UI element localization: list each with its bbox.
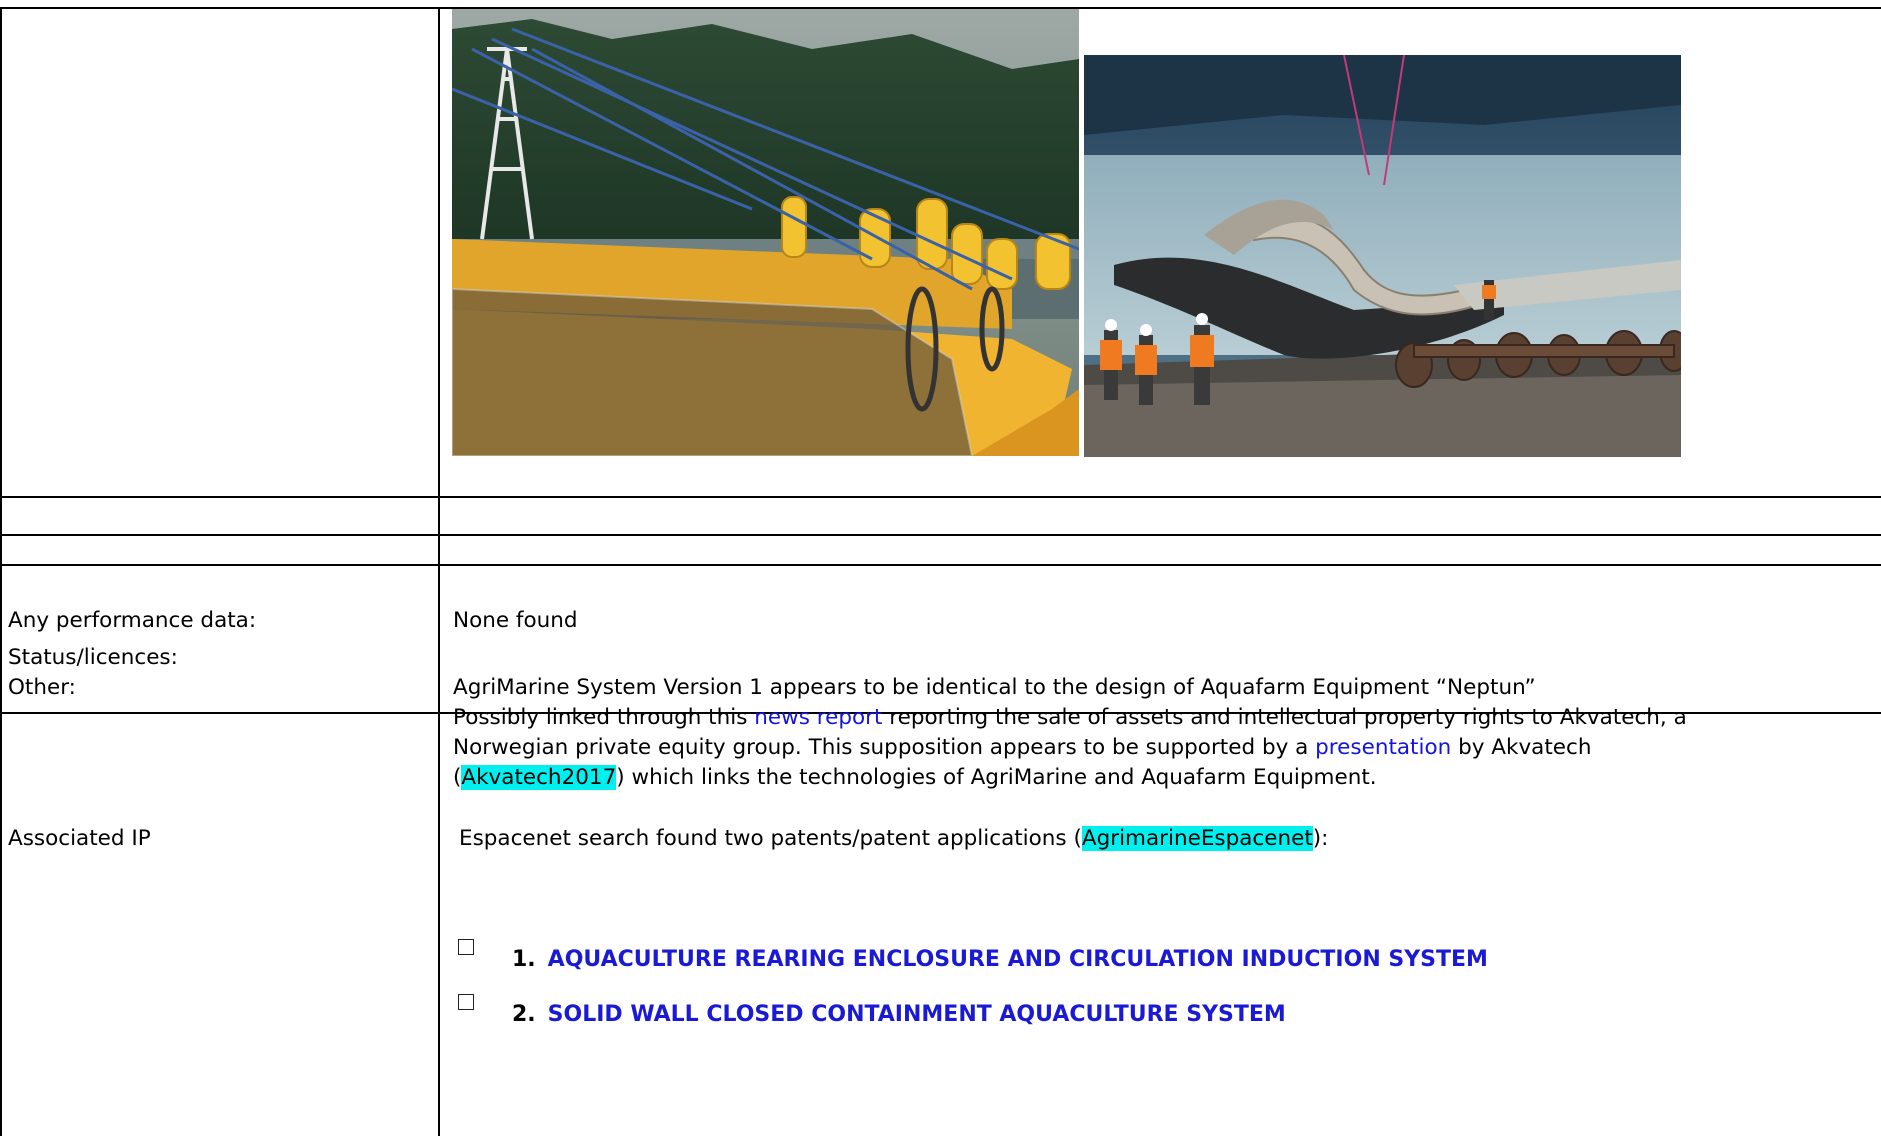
- photo-wall-section-lift: [1084, 55, 1681, 457]
- patent-1-link[interactable]: AQUACULTURE REARING ENCLOSURE AND CIRCUL…: [548, 947, 1488, 972]
- patent-1-number: 1.: [512, 947, 536, 972]
- other-line-3-post: by Akvatech: [1451, 735, 1592, 760]
- other-line-4: (Akvatech2017) which links the technolog…: [453, 763, 1377, 793]
- presentation-link[interactable]: presentation: [1315, 735, 1451, 760]
- patent-2-checkbox[interactable]: [458, 994, 474, 1010]
- other-line-1-text: AgriMarine System Version 1 appears to b…: [453, 675, 1536, 700]
- akvatech-reference: Akvatech2017: [461, 765, 617, 790]
- other-line-1: AgriMarine System Version 1 appears to b…: [453, 673, 1536, 703]
- patent-2-number: 2.: [512, 1002, 536, 1027]
- other-line-2: Possibly linked through this news report…: [453, 703, 1687, 733]
- other-line-3: Norwegian private equity group. This sup…: [453, 733, 1591, 763]
- espacenet-reference: AgrimarineEspacenet: [1081, 826, 1313, 851]
- ip-intro-post: ):: [1312, 826, 1329, 851]
- label-status-licences: Status/licences:: [8, 645, 178, 670]
- patent-1: 1. AQUACULTURE REARING ENCLOSURE AND CIRC…: [512, 947, 1488, 972]
- patent-2-link[interactable]: SOLID WALL CLOSED CONTAINMENT AQUACULTUR…: [548, 1002, 1286, 1027]
- label-performance-data: Any performance data:: [8, 608, 257, 633]
- photo-circular-pen: [452, 9, 1079, 456]
- row-divider-3: [0, 564, 1881, 566]
- label-other: Other:: [8, 675, 76, 700]
- ip-intro-pre: Espacenet search found two patents/paten…: [459, 826, 1082, 851]
- other-line-2-pre: Possibly linked through this: [453, 705, 755, 730]
- patent-1-checkbox[interactable]: [458, 939, 474, 955]
- table-left-border: [0, 8, 2, 1136]
- row-divider-1: [0, 496, 1881, 498]
- other-line-4-post: ) which links the technologies of AgriMa…: [616, 765, 1377, 790]
- ip-intro: Espacenet search found two patents/paten…: [459, 824, 1328, 854]
- row-divider-2: [0, 534, 1881, 536]
- value-performance-data: None found: [453, 608, 578, 633]
- other-line-3-pre: Norwegian private equity group. This sup…: [453, 735, 1316, 760]
- other-line-2-post: reporting the sale of assets and intelle…: [882, 705, 1687, 730]
- column-divider: [438, 8, 440, 1136]
- patent-2: 2. SOLID WALL CLOSED CONTAINMENT AQUACULT…: [512, 1002, 1286, 1027]
- label-associated-ip: Associated IP: [8, 826, 151, 851]
- news-report-link[interactable]: news report: [754, 705, 882, 730]
